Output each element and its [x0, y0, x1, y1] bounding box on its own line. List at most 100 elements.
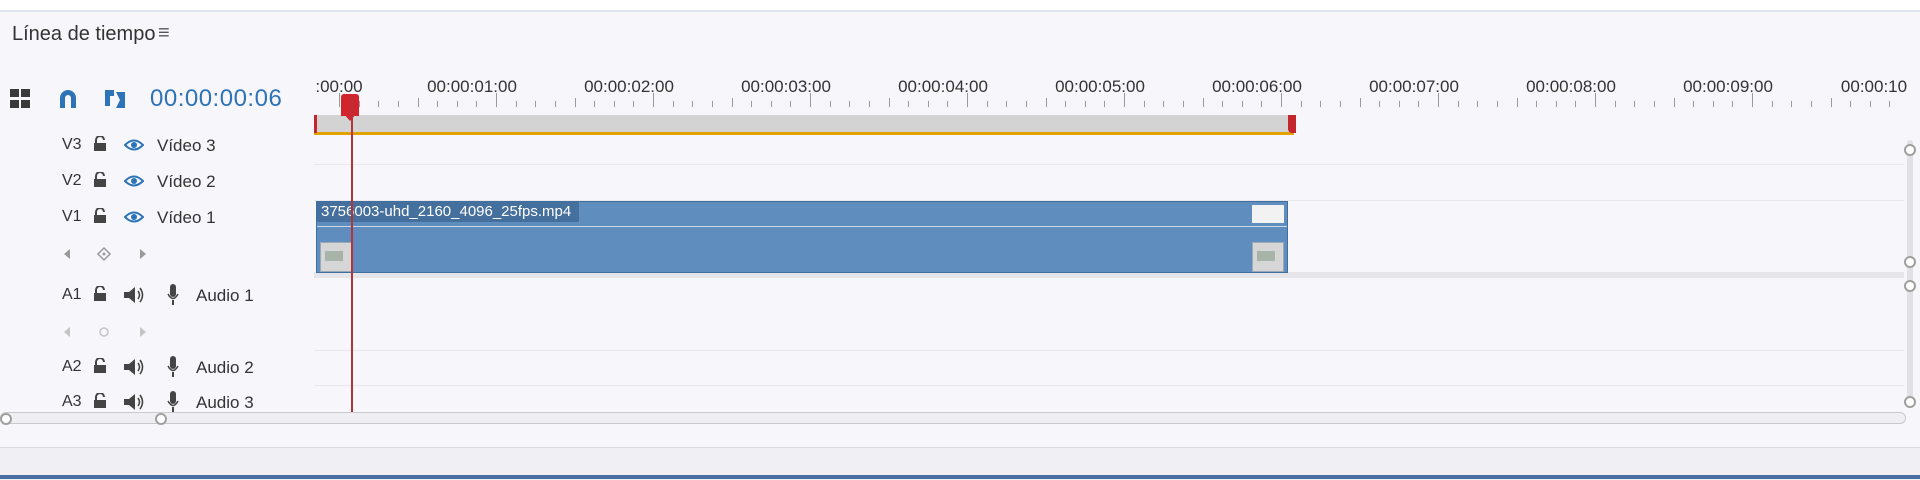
snap-magnet-icon[interactable]	[55, 86, 81, 112]
track-header-v3[interactable]: V3 Vídeo 3	[0, 128, 314, 164]
ruler-tick	[1045, 98, 1047, 107]
ruler-tick	[967, 93, 968, 107]
microphone-icon[interactable]	[167, 355, 179, 379]
microphone-icon[interactable]	[167, 390, 179, 414]
track-id: V2	[62, 172, 82, 189]
track-header-a2[interactable]: A2 Audio 2	[0, 350, 314, 386]
lock-icon[interactable]	[93, 172, 107, 188]
ruler-tick	[790, 101, 792, 107]
ruler-tick	[1398, 101, 1400, 107]
track-name[interactable]: Audio 1	[196, 286, 254, 306]
panel-header: Línea de tiempo ≡	[0, 12, 1920, 56]
zoom-handle-right[interactable]	[155, 413, 167, 425]
track-header-a1[interactable]: A1 Audio 1	[0, 278, 314, 314]
ruler-tick	[397, 101, 399, 107]
ruler-tick	[1555, 101, 1557, 107]
keyframe-next-icon[interactable]	[140, 327, 146, 337]
keyframe-prev-icon[interactable]	[64, 327, 70, 337]
lock-icon[interactable]	[93, 358, 107, 374]
track-name[interactable]: Audio 3	[196, 393, 254, 413]
ruler-label: 00:00:04:00	[898, 77, 988, 96]
video-clip[interactable]: 3756003-uhd_2160_4096_25fps.mp4	[316, 201, 1288, 273]
ruler-tick	[1810, 101, 1812, 107]
keyframe-prev-icon[interactable]	[64, 249, 70, 259]
playhead-handle[interactable]	[341, 94, 359, 121]
scroll-handle[interactable]	[1904, 396, 1916, 408]
clip-end-thumbnail	[1252, 205, 1284, 223]
ruler-tick	[515, 101, 517, 107]
ruler-tick	[1575, 101, 1577, 107]
track-id: A3	[62, 393, 82, 410]
keyframe-add-icon[interactable]	[99, 327, 109, 337]
ruler-tick	[437, 101, 439, 107]
ruler-tick	[554, 101, 556, 107]
keyframe-navigator	[64, 327, 146, 337]
eye-icon[interactable]	[124, 138, 144, 152]
ruler-tick	[1791, 101, 1793, 107]
track-name[interactable]: Vídeo 2	[157, 172, 216, 192]
ruler-tick	[1320, 101, 1322, 107]
timeline-toolbar: 00:00:00:06	[0, 78, 314, 122]
ruler-tick	[1300, 101, 1302, 107]
track-header-v2[interactable]: V2 Vídeo 2	[0, 164, 314, 200]
ruler-label: 00:00:05:00	[1055, 77, 1145, 96]
ruler-tick	[496, 93, 497, 107]
ruler-tick	[770, 101, 772, 107]
vertical-scrollbar[interactable]	[1907, 140, 1913, 408]
ruler-tick	[1752, 93, 1753, 107]
clip-opacity-line[interactable]	[317, 226, 1287, 227]
ruler-tick	[1163, 101, 1165, 107]
ruler-tick	[1595, 93, 1596, 107]
window-top-border	[0, 0, 1920, 12]
hamburger-menu-icon[interactable]: ≡	[158, 22, 170, 45]
track-id: V3	[62, 136, 82, 153]
playhead-line[interactable]	[351, 96, 353, 414]
lock-icon[interactable]	[93, 136, 107, 152]
track-name[interactable]: Vídeo 3	[157, 136, 216, 156]
linked-selection-icon[interactable]	[102, 86, 128, 112]
eye-icon[interactable]	[124, 174, 144, 188]
ruler-tick	[692, 101, 694, 107]
nest-sequence-icon[interactable]	[8, 86, 34, 112]
track-area[interactable]: 3756003-uhd_2160_4096_25fps.mp4	[314, 128, 1904, 413]
ruler-tick	[1830, 98, 1832, 107]
track-name[interactable]: Vídeo 1	[157, 208, 216, 228]
scroll-handle[interactable]	[1904, 280, 1916, 292]
track-divider	[314, 350, 1904, 351]
track-header-v1[interactable]: V1 Vídeo 1	[0, 200, 314, 236]
ruler-tick	[653, 93, 654, 107]
ruler-tick	[594, 101, 596, 107]
ruler-tick	[1477, 101, 1479, 107]
zoom-handle-left[interactable]	[0, 413, 12, 425]
ruler-tick	[672, 101, 674, 107]
speaker-icon[interactable]	[122, 356, 146, 378]
speaker-icon[interactable]	[122, 391, 146, 413]
ruler-tick	[613, 101, 615, 107]
keyframe-next-icon[interactable]	[140, 249, 146, 259]
keyframe-navigator	[64, 246, 146, 262]
keyframe-controls-v1	[0, 236, 314, 272]
lock-icon[interactable]	[93, 286, 107, 302]
panel-bottom-border	[0, 475, 1920, 479]
ruler-tick	[1124, 93, 1125, 107]
ruler-tick	[849, 101, 851, 107]
keyframe-controls-a1	[0, 314, 314, 350]
ruler-tick	[1084, 101, 1086, 107]
speaker-icon[interactable]	[122, 284, 146, 306]
lock-icon[interactable]	[93, 393, 107, 409]
scroll-handle[interactable]	[1904, 256, 1916, 268]
eye-icon[interactable]	[124, 210, 144, 224]
horizontal-zoom-scrollbar[interactable]	[0, 412, 1906, 424]
timecode-display[interactable]: 00:00:00:06	[150, 85, 282, 113]
ruler-tick	[711, 101, 713, 107]
ruler-tick	[574, 98, 576, 107]
track-divider	[314, 164, 1904, 165]
lock-icon[interactable]	[93, 208, 107, 224]
ruler-tick	[1869, 101, 1871, 107]
ruler-tick	[1222, 101, 1224, 107]
ruler-tick	[908, 101, 910, 107]
ruler-tick	[456, 101, 458, 107]
scroll-handle[interactable]	[1904, 144, 1916, 156]
microphone-icon[interactable]	[167, 283, 179, 307]
track-name[interactable]: Audio 2	[196, 358, 254, 378]
